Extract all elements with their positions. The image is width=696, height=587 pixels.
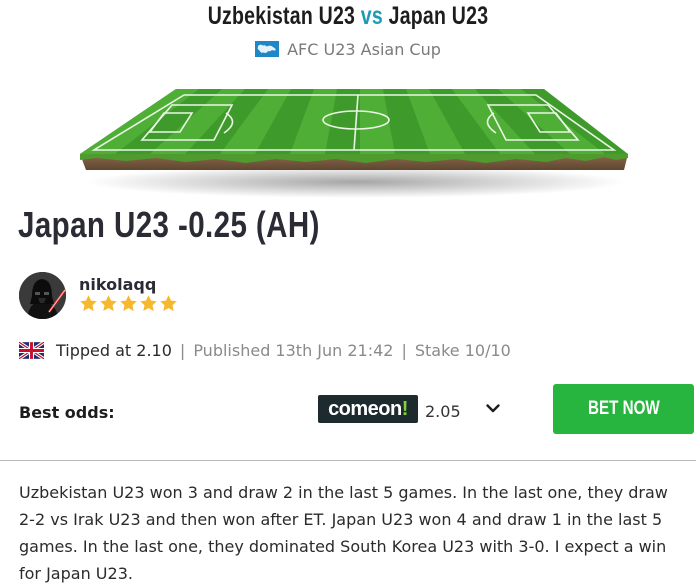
stake: Stake 10/10 <box>414 341 511 360</box>
football-pitch-image <box>80 89 628 198</box>
bookmaker-name: comeon <box>328 397 402 420</box>
home-team: Uzbekistan U23 <box>207 2 356 30</box>
vs-label: vs <box>360 2 383 30</box>
bookmaker-logo[interactable]: comeon! <box>318 395 418 423</box>
best-odds-label: Best odds: <box>19 403 115 422</box>
star-icon <box>140 295 157 312</box>
darth-vader-avatar <box>19 272 66 319</box>
tip-title: Japan U23 -0.25 (AH) <box>18 204 320 245</box>
tipped-at: Tipped at 2.10 <box>56 341 172 360</box>
published-date: Published 13th Jun 21:42 <box>193 341 394 360</box>
star-icon <box>160 295 177 312</box>
league-name: AFC U23 Asian Cup <box>287 40 441 59</box>
uk-flag-icon <box>19 342 44 359</box>
chevron-down-icon[interactable] <box>485 400 501 416</box>
bet-now-label: BET NOW <box>587 398 660 419</box>
tipster-rating <box>79 294 178 316</box>
star-icon <box>120 295 137 312</box>
tip-analysis: Uzbekistan U23 won 3 and draw 2 in the l… <box>19 483 668 583</box>
separator: | <box>401 341 407 360</box>
bookmaker-suffix: ! <box>401 397 409 420</box>
league-line: AFC U23 Asian Cup <box>0 40 696 59</box>
divider <box>0 460 696 461</box>
asia-map-flag-icon <box>255 41 280 57</box>
match-title: Uzbekistan U23 vs Japan U23 <box>77 2 620 31</box>
tipster-username[interactable]: nikolaqq <box>79 275 156 294</box>
separator: | <box>179 341 186 360</box>
away-team: Japan U23 <box>388 2 489 30</box>
star-icon <box>100 295 117 312</box>
tipster-avatar[interactable] <box>19 272 66 319</box>
bet-now-button[interactable]: BET NOW <box>553 384 694 434</box>
best-odds-value: 2.05 <box>425 402 461 421</box>
tip-details: Tipped at 2.10 | Published 13th Jun 21:4… <box>19 341 511 360</box>
star-icon <box>80 295 97 312</box>
